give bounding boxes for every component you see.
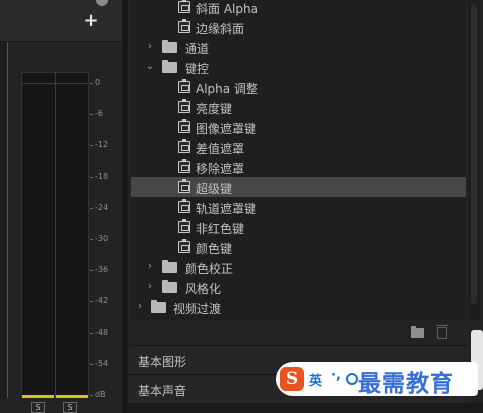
ime-toolbar[interactable]: S 英 ·, 最需教育 (276, 362, 478, 397)
timeline-edge (0, 42, 8, 398)
effect-icon (178, 19, 190, 33)
tree-item-label: 边缘斜面 (196, 22, 245, 36)
db-scale-label: -12 (95, 140, 109, 150)
tree-folder[interactable]: › 通道 (131, 37, 466, 57)
db-scale-label: -36 (95, 265, 109, 275)
tree-effect[interactable]: 颜色键 (131, 237, 466, 257)
db-scale-label: -30 (95, 234, 109, 243)
tree-item-label: Alpha 调整 (196, 82, 258, 96)
folder-icon (162, 280, 177, 293)
tree-item-label: 轨道遮罩键 (196, 202, 257, 216)
db-tick (90, 301, 93, 303)
section-label: 基本声音 (138, 384, 187, 398)
tree-item-label: 差值遮罩 (196, 142, 245, 156)
section-label: 基本图形 (138, 355, 187, 369)
scrollbar-thumb[interactable] (471, 4, 477, 304)
folder-icon (151, 300, 166, 313)
db-scale-label: -48 (95, 327, 109, 337)
db-scale: 0 -6 -12 -18 -24 -30 -36 -42 -48 -54 dB (90, 0, 120, 413)
panel-bottom-edge (128, 403, 483, 413)
tree-item-label: 斜面 Alpha (196, 2, 258, 16)
meter-channel-divider (55, 72, 56, 398)
chevron-right-icon[interactable]: › (145, 41, 155, 53)
db-scale-label: -24 (95, 202, 109, 212)
db-tick (90, 363, 93, 365)
meter-level-left (22, 395, 54, 398)
tree-folder[interactable]: › 颜色校正 (131, 257, 466, 277)
tree-effect[interactable]: Alpha 调整 (131, 77, 466, 97)
effect-icon (178, 99, 190, 113)
tree-effect[interactable]: 移除遮罩 (131, 157, 466, 177)
tree-item-label: 移除遮罩 (196, 162, 245, 176)
effect-icon (178, 179, 190, 193)
effects-tree: 斜面 Alpha 边缘斜面 › 通道 ⌄ 键控 Alpha 调整 亮度键图像遮罩键差值遮罩移除… (131, 0, 466, 320)
tree-folder[interactable]: › 视频过渡 (131, 297, 466, 317)
db-scale-label: dB (95, 390, 106, 399)
effect-icon (178, 119, 190, 133)
folder-icon (162, 260, 177, 273)
db-tick (90, 270, 93, 272)
chevron-right-icon[interactable]: › (145, 281, 155, 293)
audio-meter-panel: + 0 -6 -12 -18 -24 -30 -36 -42 -48 -54 dB S S (0, 0, 122, 413)
db-tick (90, 114, 93, 116)
db-tick (90, 145, 93, 147)
ime-language-toggle[interactable]: 英 (309, 370, 322, 389)
effect-icon (178, 219, 190, 233)
tree-item-label: 颜色键 (196, 242, 233, 256)
effect-icon (178, 239, 190, 253)
effect-icon (178, 79, 190, 93)
db-scale-label: -42 (95, 296, 109, 306)
tree-folder[interactable]: › 风格化 (131, 277, 466, 297)
tree-item-label: 通道 (185, 42, 210, 56)
db-tick (90, 332, 93, 334)
tree-effect[interactable]: 非红色键 (131, 217, 466, 237)
tree-footer (131, 320, 466, 346)
tree-effect[interactable]: 图像遮罩键 (131, 117, 466, 137)
tree-effect[interactable]: 轨道遮罩键 (131, 197, 466, 217)
meter-level-right (56, 395, 88, 398)
tree-effect[interactable]: 斜面 Alpha (131, 0, 466, 17)
sogou-logo-icon[interactable]: S (280, 367, 304, 391)
tree-effect[interactable]: 边缘斜面 (131, 17, 466, 37)
chevron-down-icon[interactable]: ⌄ (145, 61, 155, 73)
chevron-right-icon[interactable]: › (135, 301, 145, 313)
effect-icon (178, 139, 190, 153)
tree-item-label: 风格化 (185, 282, 222, 296)
effect-icon (178, 159, 190, 173)
tree-item-label: 键控 (185, 62, 210, 76)
db-scale-label: 0 (95, 78, 101, 87)
effect-icon (178, 0, 190, 13)
tree-effect[interactable]: 超级键 (131, 177, 466, 197)
ime-punctuation-toggle[interactable]: ·, (331, 368, 341, 383)
tree-item-label: 亮度键 (196, 102, 233, 116)
watermark-logo: 最需教育 (358, 371, 454, 397)
db-tick (90, 207, 93, 209)
db-scale-label: -6 (95, 109, 103, 119)
tree-effect[interactable]: 亮度键 (131, 97, 466, 117)
tree-item-label: 颜色校正 (185, 262, 234, 276)
trash-icon[interactable] (436, 325, 448, 339)
tree-item-label: 非红色键 (196, 222, 245, 236)
folder-icon (162, 60, 177, 73)
db-tick (90, 83, 93, 84)
db-scale-label: -18 (95, 171, 109, 181)
solo-button-left[interactable]: S (31, 402, 45, 413)
db-tick (90, 395, 93, 396)
tree-item-label: 图像遮罩键 (196, 122, 257, 136)
tree-folder[interactable]: ⌄ 键控 (131, 57, 466, 77)
solo-button-right[interactable]: S (63, 402, 77, 413)
folder-icon (162, 40, 177, 53)
ime-settings-icon[interactable] (346, 373, 358, 385)
tree-item-label: 视频过渡 (173, 302, 222, 316)
chevron-right-icon[interactable]: › (145, 261, 155, 273)
new-folder-icon[interactable] (411, 326, 424, 338)
db-tick (90, 239, 93, 240)
db-scale-label: -54 (95, 358, 109, 368)
effects-panel: 斜面 Alpha 边缘斜面 › 通道 ⌄ 键控 Alpha 调整 亮度键图像遮罩键差值遮罩移除… (128, 0, 483, 413)
tree-item-label: 超级键 (196, 182, 233, 196)
effect-icon (178, 199, 190, 213)
tree-effect[interactable]: 差值遮罩 (131, 137, 466, 157)
db-tick (90, 176, 93, 178)
